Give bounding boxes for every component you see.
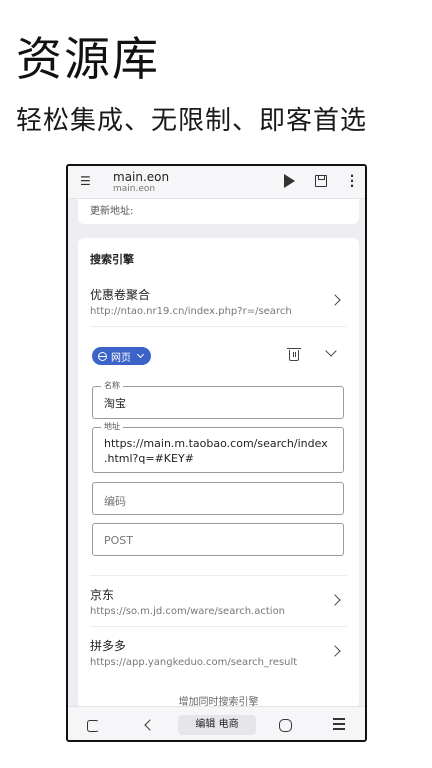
encoding-field[interactable]: 编码 (92, 482, 344, 515)
list-icon[interactable] (333, 718, 345, 730)
bottom-bar: 编辑 电商 (68, 706, 365, 740)
engine-row[interactable]: 优惠卷聚合 http://ntao.nr19.cn/index.php?r=/s… (90, 286, 347, 317)
home-icon[interactable] (279, 719, 292, 732)
type-chip[interactable]: 网页 (92, 347, 151, 365)
engine-row[interactable]: 京东 https://so.m.jd.com/ware/search.actio… (90, 586, 347, 617)
divider (90, 575, 347, 576)
section-title: 搜索引擎 (90, 253, 134, 266)
app-title: main.eon (113, 170, 170, 184)
globe-icon (98, 351, 107, 361)
undo-icon[interactable] (87, 720, 99, 732)
engine-url: http://ntao.nr19.cn/index.php?r=/search (90, 306, 292, 317)
engine-name: 拼多多 (90, 639, 127, 653)
phone-frame: ☰ main.eon main.eon · · · 更新地址: 搜索引擎 优惠卷聚合… (66, 164, 367, 742)
engine-row[interactable]: 拼多多 https://app.yangkeduo.com/search_res… (90, 637, 347, 668)
play-icon[interactable] (284, 174, 295, 188)
name-field[interactable]: 名称 淘宝 (92, 381, 344, 419)
promo-title: 资源库 (16, 32, 160, 86)
type-chip-label: 网页 (111, 352, 131, 364)
divider (90, 326, 347, 327)
engine-url: https://so.m.jd.com/ware/search.action (90, 606, 286, 617)
chevron-down-icon (136, 350, 145, 359)
update-address-label: 更新地址: (90, 206, 134, 217)
back-icon[interactable] (144, 719, 156, 731)
method-placeholder: POST (104, 534, 133, 547)
engine-name: 京东 (90, 588, 115, 602)
address-line-1: https://main.m.taobao.com/search/index (104, 437, 328, 450)
app-subtitle: main.eon (113, 184, 156, 194)
save-icon[interactable] (315, 175, 327, 187)
address-field-label: 地址 (101, 422, 123, 432)
search-engine-card: 搜索引擎 优惠卷聚合 http://ntao.nr19.cn/index.php… (78, 238, 359, 708)
update-card: 更新地址: (78, 199, 359, 224)
method-field[interactable]: POST (92, 523, 344, 556)
name-field-label: 名称 (101, 381, 123, 391)
promo-subtitle: 轻松集成、无限制、即客首选 (16, 106, 368, 136)
app-bar: ☰ main.eon main.eon · · · (68, 166, 365, 199)
edit-category-button[interactable]: 编辑 电商 (178, 715, 256, 735)
address-line-2: .html?q=#KEY# (104, 452, 194, 465)
name-field-value: 淘宝 (104, 397, 126, 410)
engine-name: 优惠卷聚合 (90, 288, 151, 302)
engine-url: https://app.yangkeduo.com/search_result (90, 657, 298, 668)
menu-icon[interactable]: ☰ (80, 174, 92, 188)
delete-icon[interactable] (287, 348, 301, 361)
chevron-down-icon[interactable] (325, 345, 337, 357)
more-vert-icon[interactable]: · · · (347, 170, 357, 192)
encoding-placeholder: 编码 (104, 495, 126, 508)
address-field[interactable]: 地址 https://main.m.taobao.com/search/inde… (92, 422, 344, 473)
divider (90, 626, 347, 627)
